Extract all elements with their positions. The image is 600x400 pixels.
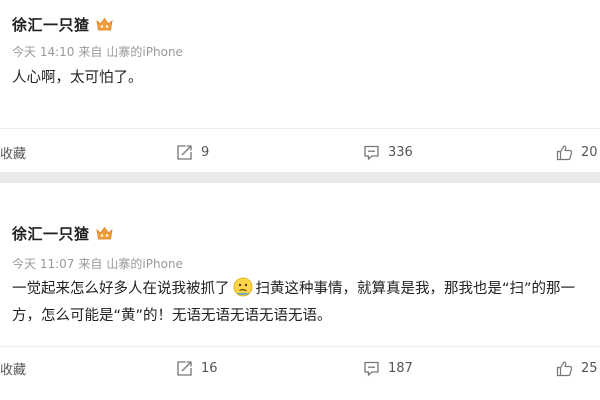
post-time: 今天 11:07 bbox=[12, 257, 75, 271]
favorite-button[interactable]: 收藏 bbox=[0, 132, 26, 172]
post-source[interactable]: 山寨的iPhone bbox=[106, 255, 183, 272]
author-row: 徐汇一只猹 bbox=[12, 223, 113, 244]
post-source[interactable]: 山寨的iPhone bbox=[106, 43, 183, 60]
vip-badge-icon bbox=[95, 17, 113, 31]
like-button[interactable]: 20 bbox=[556, 132, 598, 172]
like-count: 20 bbox=[581, 144, 598, 160]
favorite-button[interactable]: 收藏 bbox=[0, 348, 26, 388]
comment-count: 187 bbox=[388, 360, 413, 376]
divider bbox=[0, 346, 600, 347]
author-row: 徐汇一只猹 bbox=[12, 14, 113, 35]
comment-icon bbox=[364, 361, 379, 376]
repost-count: 16 bbox=[201, 360, 218, 376]
repost-button[interactable]: 9 bbox=[176, 132, 209, 172]
source-prefix: 来自 bbox=[78, 257, 103, 271]
post-time: 今天 14:10 bbox=[12, 45, 75, 59]
thumbs-up-icon bbox=[556, 360, 573, 376]
action-bar: 收藏 16 187 25 bbox=[0, 348, 600, 388]
repost-button[interactable]: 16 bbox=[176, 348, 218, 388]
comment-icon bbox=[364, 145, 379, 160]
divider bbox=[0, 128, 600, 129]
post-content: 一觉起来怎么好多人在说我被抓了 扫黄这种事情，就算真是我，那我也是“扫”的那一方… bbox=[12, 276, 592, 330]
vip-badge-icon bbox=[95, 226, 113, 240]
like-count: 25 bbox=[581, 360, 598, 376]
thumbs-up-icon bbox=[556, 144, 573, 160]
post-content: 人心啊，太可怕了。 bbox=[12, 65, 592, 92]
repost-icon bbox=[177, 144, 192, 160]
author-name[interactable]: 徐汇一只猹 bbox=[12, 14, 90, 35]
comment-button[interactable]: 336 bbox=[363, 132, 413, 172]
source-prefix: 来自 bbox=[78, 45, 103, 59]
weibo-post-card: 徐汇一只猹 今天 14:10 来自 山寨的iPhone 人心啊，太可怕了。 收藏… bbox=[0, 0, 600, 172]
author-name[interactable]: 徐汇一只猹 bbox=[12, 223, 90, 244]
confused-face-emoji bbox=[233, 277, 252, 297]
post-meta: 今天 14:10 来自 山寨的iPhone bbox=[12, 43, 183, 60]
post-meta: 今天 11:07 来自 山寨的iPhone bbox=[12, 255, 183, 272]
post-text: 人心啊，太可怕了。 bbox=[12, 70, 143, 86]
favorite-label: 收藏 bbox=[0, 362, 27, 378]
comment-count: 336 bbox=[388, 144, 413, 160]
like-button[interactable]: 25 bbox=[556, 348, 598, 388]
post-text-before-emoji: 一觉起来怎么好多人在说我被抓了 bbox=[12, 281, 230, 297]
repost-count: 9 bbox=[201, 144, 210, 160]
weibo-post-card: 徐汇一只猹 今天 11:07 来自 山寨的iPhone 一觉起来怎么好多人在说我… bbox=[0, 183, 600, 400]
comment-button[interactable]: 187 bbox=[363, 348, 413, 388]
repost-icon bbox=[177, 360, 192, 376]
action-bar: 收藏 9 336 20 bbox=[0, 132, 600, 172]
favorite-label: 收藏 bbox=[0, 146, 27, 162]
